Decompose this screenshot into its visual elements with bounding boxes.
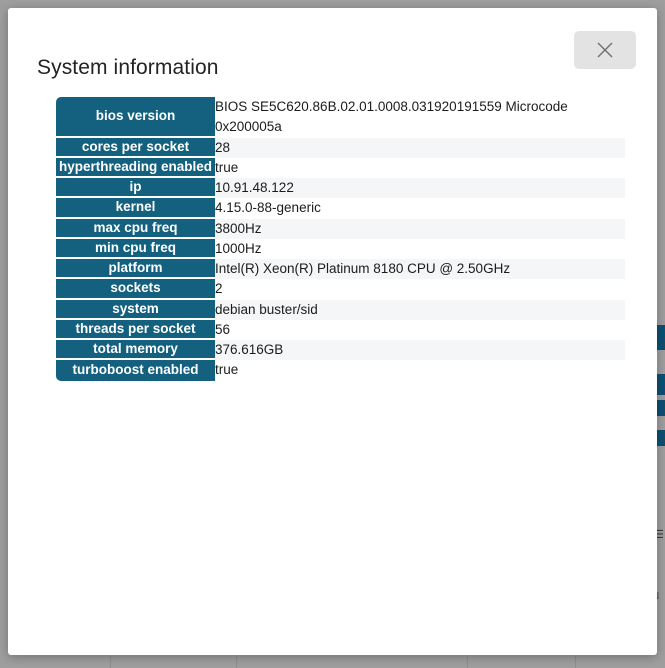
background-column-divider (467, 656, 468, 668)
property-name-cell: total memory (56, 340, 215, 361)
property-name-cell: cores per socket (56, 137, 215, 158)
property-name-cell: kernel (56, 198, 215, 219)
property-name-cell: sockets (56, 279, 215, 300)
table-row: platform Intel(R) Xeon(R) Platinum 8180 C… (56, 259, 625, 280)
page-title: System information (37, 56, 219, 79)
close-icon[interactable] (574, 31, 636, 69)
property-name-cell: threads per socket (56, 319, 215, 340)
property-value-cell: 3800Hz (215, 218, 625, 239)
property-value-cell: 28 (215, 137, 625, 158)
table-row: cores per socket 28 (56, 137, 625, 158)
property-value-cell: 4.15.0-88-generic (215, 198, 625, 219)
table-row: kernel 4.15.0-88-generic (56, 198, 625, 219)
background-column-divider (110, 656, 111, 668)
background-column-divider (575, 656, 576, 668)
property-value-cell: 376.616GB (215, 340, 625, 361)
property-value-cell: BIOS SE5C620.86B.02.01.0008.031920191559… (215, 97, 625, 138)
background-column-divider (236, 656, 237, 668)
property-name-cell: hyperthreading enabled (56, 157, 215, 178)
property-value-cell: true (215, 360, 625, 381)
property-value-cell: true (215, 157, 625, 178)
table-row: system debian buster/sid (56, 299, 625, 320)
property-name-cell: max cpu freq (56, 218, 215, 239)
table-row: hyperthreading enabled true (56, 157, 625, 178)
property-name-cell: bios version (56, 97, 215, 138)
property-name-cell: platform (56, 259, 215, 280)
property-value-cell: 56 (215, 319, 625, 340)
table-row: min cpu freq 1000Hz (56, 238, 625, 259)
property-value-cell: 10.91.48.122 (215, 178, 625, 199)
property-name-cell: turboboost enabled (56, 360, 215, 381)
table-body: bios version BIOS SE5C620.86B.02.01.0008.… (56, 97, 625, 381)
property-name-cell: system (56, 299, 215, 320)
background-accent-bar (657, 374, 665, 395)
table-row: sockets 2 (56, 279, 625, 300)
background-accent-bar (657, 325, 665, 350)
background-accent-bar (657, 430, 665, 446)
property-value-cell: Intel(R) Xeon(R) Platinum 8180 CPU @ 2.5… (215, 259, 625, 280)
property-value-cell: 2 (215, 279, 625, 300)
property-name-cell: min cpu freq (56, 238, 215, 259)
property-value-cell: debian buster/sid (215, 299, 625, 320)
table-row: turboboost enabled true (56, 360, 625, 381)
table-row: max cpu freq 3800Hz (56, 218, 625, 239)
table-row: total memory 376.616GB (56, 340, 625, 361)
table-row: bios version BIOS SE5C620.86B.02.01.0008.… (56, 97, 625, 138)
property-value-cell: 1000Hz (215, 238, 625, 259)
system-information-dialog: System information bios version BIOS SE5C… (8, 8, 657, 655)
table-row: ip 10.91.48.122 (56, 178, 625, 199)
background-accent-bar (657, 400, 665, 416)
property-name-cell: ip (56, 178, 215, 199)
table-row: threads per socket 56 (56, 319, 625, 340)
system-information-table: bios version BIOS SE5C620.86B.02.01.0008.… (56, 97, 625, 381)
